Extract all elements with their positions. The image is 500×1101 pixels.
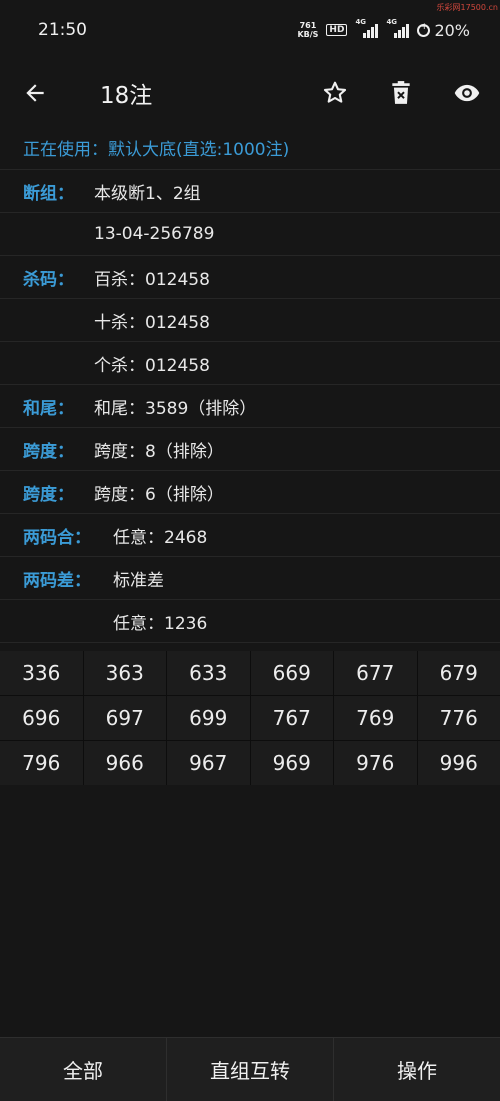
row-value: 任意：2468 — [113, 523, 207, 548]
all-button[interactable]: 全部 — [0, 1038, 167, 1101]
battery: 20% — [417, 21, 470, 40]
number-cell: 969 — [251, 741, 334, 785]
list-item: 和尾： 和尾：3589（排除） — [0, 385, 500, 428]
row-value: 跨度：8（排除） — [94, 437, 224, 462]
row-label: 和尾： — [0, 394, 74, 419]
hd-icon: HD — [326, 24, 347, 36]
eye-icon — [451, 79, 483, 107]
number-cell: 976 — [334, 741, 417, 785]
delete-button[interactable] — [368, 60, 434, 126]
list-item: 跨度： 跨度：8（排除） — [0, 428, 500, 471]
list-item: 13-04-256789 — [0, 213, 500, 256]
number-cell: 363 — [84, 651, 167, 695]
network-speed-value: 761 — [297, 21, 318, 30]
row-label: 断组： — [0, 179, 74, 204]
row-label: 两码合： — [0, 523, 91, 548]
favorite-button[interactable] — [302, 60, 368, 126]
row-label: 杀码： — [0, 265, 74, 290]
number-cell: 966 — [84, 741, 167, 785]
list-item: 十杀：012458 — [0, 299, 500, 342]
number-cell: 769 — [334, 696, 417, 740]
row-value: 十杀：012458 — [94, 308, 210, 333]
number-cell: 677 — [334, 651, 417, 695]
row-value: 13-04-256789 — [94, 224, 214, 244]
status-time: 21:50 — [38, 20, 87, 40]
network-type-1: 4G — [355, 18, 366, 26]
delete-icon — [388, 79, 414, 107]
arrow-left-icon — [22, 80, 48, 106]
number-cell: 996 — [418, 741, 500, 785]
bottom-bar: 全部 直组互转 操作 — [0, 1037, 500, 1101]
row-value: 百杀：012458 — [94, 265, 210, 290]
signal-icon-2: 4G — [386, 22, 409, 38]
operate-button[interactable]: 操作 — [334, 1038, 500, 1101]
number-cell: 776 — [418, 696, 500, 740]
row-label: 跨度： — [0, 480, 74, 505]
row-value: 任意：1236 — [113, 609, 207, 634]
number-cell: 633 — [167, 651, 250, 695]
status-bar: 21:50 761 KB/S HD 4G 4G 20% 乐彩网17500.cn — [0, 0, 500, 60]
active-condition[interactable]: 正在使用：默认大底(直选:1000注) — [0, 126, 500, 170]
list-item: 杀码： 百杀：012458 — [0, 256, 500, 299]
number-cell: 796 — [0, 741, 83, 785]
network-type-2: 4G — [386, 18, 397, 26]
back-button[interactable] — [0, 60, 70, 126]
list-item: 任意：1236 — [0, 600, 500, 643]
row-value: 标准差 — [113, 566, 164, 591]
list-item: 两码合： 任意：2468 — [0, 514, 500, 557]
number-cell: 696 — [0, 696, 83, 740]
network-speed: 761 KB/S — [297, 21, 318, 39]
condition-list: 正在使用：默认大底(直选:1000注) 断组： 本级断1、2组 13-04-25… — [0, 126, 500, 643]
row-label: 跨度： — [0, 437, 74, 462]
battery-level: 20% — [434, 21, 470, 40]
number-cell: 669 — [251, 651, 334, 695]
page-title: 18注 — [100, 76, 302, 110]
row-value: 个杀：012458 — [94, 351, 210, 376]
row-value: 和尾：3589（排除） — [94, 394, 256, 419]
list-item: 个杀：012458 — [0, 342, 500, 385]
number-cell: 679 — [418, 651, 500, 695]
watermark: 乐彩网17500.cn — [437, 2, 498, 13]
number-cell: 967 — [167, 741, 250, 785]
star-outline-icon — [321, 79, 349, 107]
number-cell: 697 — [84, 696, 167, 740]
number-cell: 699 — [167, 696, 250, 740]
app-bar: 18注 — [0, 60, 500, 126]
network-speed-unit: KB/S — [297, 30, 318, 39]
row-value: 本级断1、2组 — [94, 179, 201, 204]
number-grid: 336 363 633 669 677 679 696 697 699 767 … — [0, 651, 500, 785]
row-label: 两码差： — [0, 566, 91, 591]
number-cell: 767 — [251, 696, 334, 740]
row-value: 跨度：6（排除） — [94, 480, 224, 505]
status-icons: 761 KB/S HD 4G 4G 20% — [297, 21, 470, 40]
view-button[interactable] — [434, 60, 500, 126]
list-item: 跨度： 跨度：6（排除） — [0, 471, 500, 514]
number-cell: 336 — [0, 651, 83, 695]
battery-charging-icon — [417, 24, 430, 37]
signal-icon-1: 4G — [355, 22, 378, 38]
list-item: 断组： 本级断1、2组 — [0, 170, 500, 213]
list-item: 两码差： 标准差 — [0, 557, 500, 600]
convert-button[interactable]: 直组互转 — [167, 1038, 334, 1101]
